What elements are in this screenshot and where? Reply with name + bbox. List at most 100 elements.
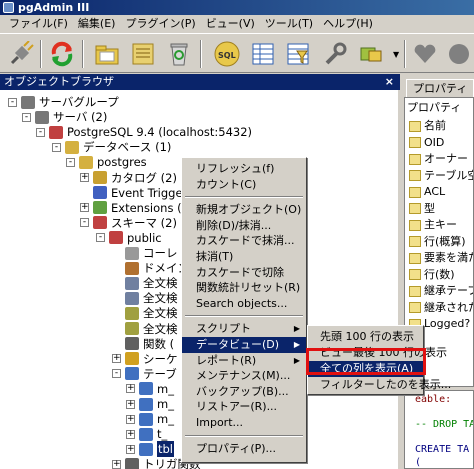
expand-icon[interactable]: + xyxy=(126,444,135,454)
tree-item[interactable]: - スキーマ (2) xyxy=(80,215,177,231)
tree-item[interactable]: 全文検 xyxy=(112,290,178,306)
tab-properties[interactable]: プロパティ xyxy=(406,79,474,97)
context-menu-item[interactable]: 抹消(T) xyxy=(182,249,306,265)
property-row[interactable]: 要素を満たす xyxy=(409,250,473,266)
expand-icon[interactable]: + xyxy=(126,429,135,439)
context-menu-item[interactable]: データビュー(D) ▶ xyxy=(182,337,306,353)
collapse-icon[interactable]: - xyxy=(52,142,61,152)
delete-icon[interactable] xyxy=(164,39,194,69)
context-menu-item[interactable]: プロパティ(P)... xyxy=(182,441,306,457)
expand-icon[interactable]: + xyxy=(112,354,121,364)
tree-item[interactable]: - テーブ xyxy=(112,366,177,382)
context-menu-item[interactable]: メンテナンス(M)... xyxy=(182,368,306,384)
property-row[interactable]: OID xyxy=(409,135,444,151)
tree-item[interactable]: + t_ xyxy=(126,426,167,442)
context-menu-label: カスケードで切除 xyxy=(196,265,284,279)
menu-item-3[interactable]: ビュー(V) xyxy=(201,15,260,33)
property-row[interactable]: 型 xyxy=(409,201,435,217)
close-icon[interactable]: × xyxy=(385,74,394,90)
plugins-icon[interactable] xyxy=(356,39,386,69)
tree-item[interactable]: + カタログ (2) xyxy=(80,170,177,186)
tree-item[interactable]: + Extensions (2 xyxy=(80,200,189,216)
tree-item[interactable]: + m_ xyxy=(126,381,174,397)
collapse-icon[interactable]: - xyxy=(96,233,105,243)
expand-icon[interactable]: + xyxy=(80,173,89,182)
properties-list-icon[interactable] xyxy=(128,39,158,69)
context-menu-item[interactable]: カウント(C) xyxy=(182,177,306,193)
tree-item[interactable]: 全文検 xyxy=(112,275,178,291)
collapse-icon[interactable]: - xyxy=(36,127,45,137)
property-row[interactable]: 継承テーブル xyxy=(409,283,473,299)
context-menu-item[interactable]: カスケードで抹消... xyxy=(182,233,306,249)
tree-item[interactable]: 関数 ( xyxy=(112,336,174,352)
property-row[interactable]: 主キー xyxy=(409,217,457,233)
menu-item-5[interactable]: ヘルプ(H) xyxy=(318,15,378,33)
expand-icon[interactable]: + xyxy=(80,203,89,213)
context-menu-label: リストアー(R)... xyxy=(196,400,278,414)
expand-icon[interactable]: + xyxy=(126,384,135,394)
tree-item[interactable]: + m_ xyxy=(126,396,174,412)
context-menu-item[interactable]: リストアー(R)... xyxy=(182,399,306,415)
tree-item[interactable]: ドメイン xyxy=(112,260,189,276)
context-menu-item[interactable]: Import... xyxy=(182,415,306,431)
tree-item[interactable]: コーレ xyxy=(112,245,178,261)
menu-item-0[interactable]: ファイル(F) xyxy=(4,15,73,33)
property-row[interactable]: テーブル空間 xyxy=(409,168,473,184)
table-view-icon[interactable] xyxy=(248,39,278,69)
tree-item[interactable]: - サーバグループ xyxy=(8,94,119,110)
tree-item[interactable]: - public xyxy=(96,230,162,246)
collapse-icon[interactable]: - xyxy=(112,369,121,379)
tree-item[interactable]: + シーケ xyxy=(112,351,178,367)
property-row[interactable]: 継承された xyxy=(409,300,473,316)
property-row[interactable]: オーナー xyxy=(409,151,468,167)
plug-icon[interactable] xyxy=(6,39,36,69)
tree-item[interactable]: 全文検 xyxy=(112,321,178,337)
dropdown-arrow-icon[interactable]: ▼ xyxy=(393,50,399,59)
context-menu-item[interactable]: カスケードで切除 xyxy=(182,265,306,281)
context-menu-item[interactable]: 削除(D)/抹消... xyxy=(182,218,306,234)
open-folder-icon[interactable] xyxy=(92,39,122,69)
tree-item-label: postgres xyxy=(97,155,147,170)
tree-item[interactable]: + tbl xyxy=(126,441,175,458)
tree-item-label: public xyxy=(127,230,162,245)
tree-item[interactable]: Event Trigge xyxy=(80,185,183,201)
property-row[interactable]: ACL xyxy=(409,184,445,200)
sql-icon[interactable]: SQL xyxy=(212,39,242,69)
highlight-box xyxy=(306,348,426,375)
question-icon[interactable] xyxy=(444,39,474,69)
context-menu-item[interactable]: Search objects... xyxy=(182,296,306,312)
tree-item[interactable]: - postgres xyxy=(66,154,147,170)
context-menu-item[interactable]: スクリプト ▶ xyxy=(182,321,306,337)
submenu-item[interactable]: フィルターしたのを表示... xyxy=(308,377,451,393)
context-menu-item[interactable]: 関数統計リセット(R) xyxy=(182,280,306,296)
context-menu-item[interactable]: バックアップ(B)... xyxy=(182,384,306,400)
collapse-icon[interactable]: - xyxy=(22,112,31,122)
tree-item[interactable]: - サーバ (2) xyxy=(22,109,107,125)
menu-item-1[interactable]: 編集(E) xyxy=(73,15,121,33)
collapse-icon[interactable]: - xyxy=(8,97,17,107)
property-row[interactable]: 名前 xyxy=(409,118,446,134)
context-menu-item[interactable]: リフレッシュ(f) xyxy=(182,161,306,177)
property-row[interactable]: 行(数) xyxy=(409,267,455,283)
filter-table-icon[interactable] xyxy=(283,39,313,69)
menu-item-4[interactable]: ツール(T) xyxy=(260,15,318,33)
context-menu-item[interactable]: 新規オブジェクト(O) xyxy=(182,202,306,218)
tree-item[interactable]: - PostgreSQL 9.4 (localhost:5432) xyxy=(36,124,252,140)
expand-icon[interactable]: + xyxy=(126,399,135,409)
refresh-icon[interactable] xyxy=(47,39,77,69)
submenu-item[interactable]: 先頭 100 行の表示 xyxy=(308,329,423,345)
context-menu-item[interactable]: レポート(R) ▶ xyxy=(182,353,306,369)
sql-pane[interactable]: eable: -- DROP TA CREATE TA( xyxy=(404,390,474,469)
collapse-icon[interactable]: - xyxy=(66,157,75,167)
heart-icon[interactable] xyxy=(410,39,440,69)
expand-icon[interactable]: + xyxy=(112,459,121,469)
tree-item[interactable]: + m_ xyxy=(126,411,174,427)
tree-item[interactable]: 全文検 xyxy=(112,305,178,321)
wrench-icon[interactable] xyxy=(320,39,350,69)
expand-icon[interactable]: + xyxy=(126,414,135,424)
property-name: ACL xyxy=(424,185,446,198)
collapse-icon[interactable]: - xyxy=(80,218,89,228)
menu-item-2[interactable]: プラグイン(P) xyxy=(120,15,200,33)
tree-item[interactable]: - データベース (1) xyxy=(52,139,171,155)
property-row[interactable]: 行(概算) xyxy=(409,234,466,250)
